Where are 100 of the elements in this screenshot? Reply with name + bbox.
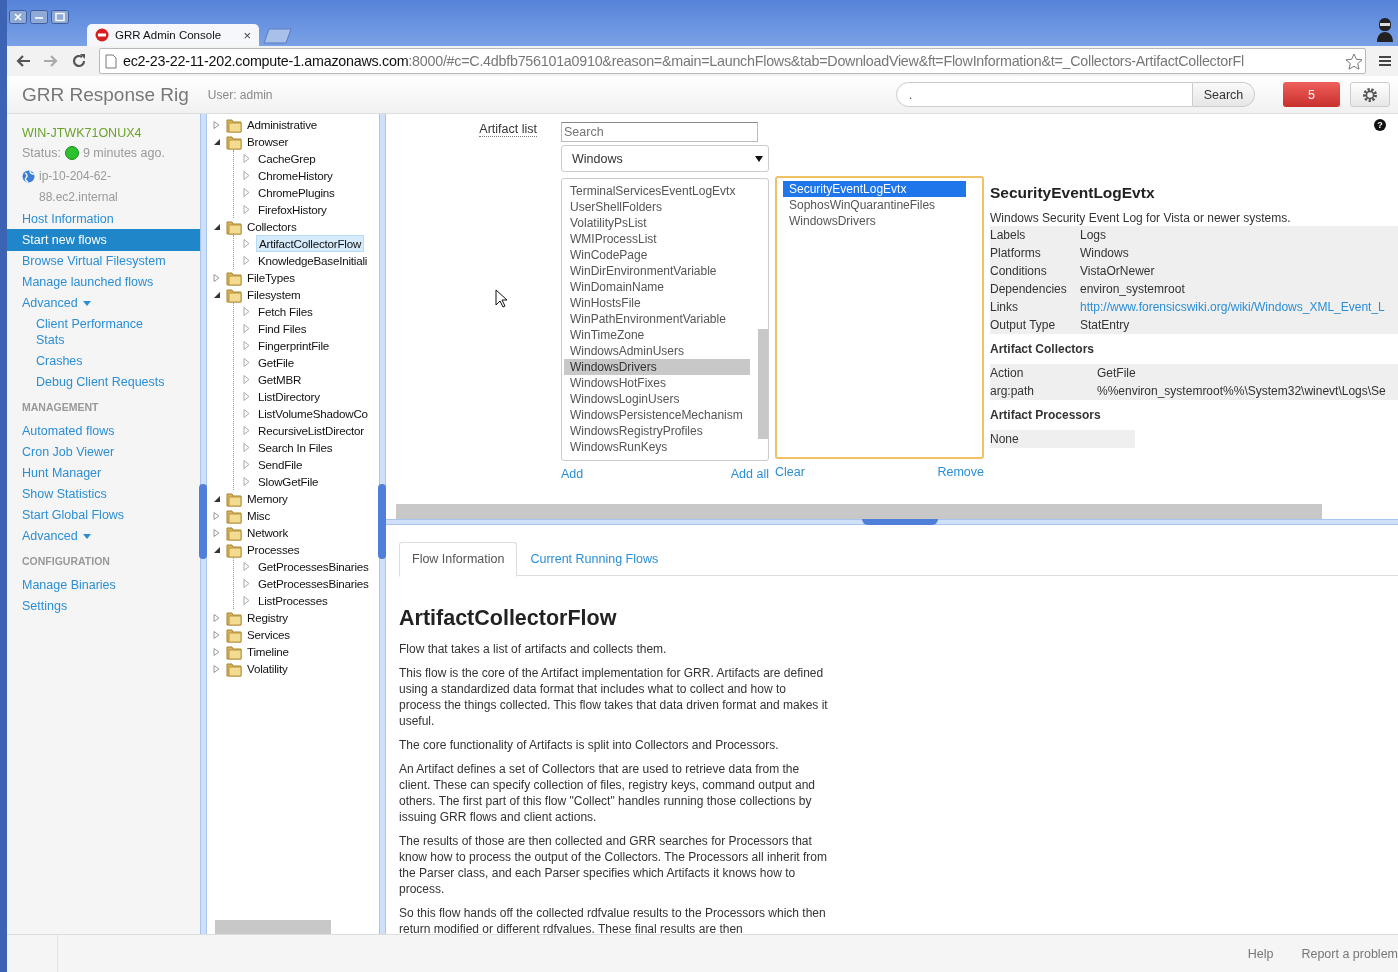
scrollbar-thumb[interactable]: [215, 920, 331, 934]
tree-item[interactable]: Collectors: [245, 219, 299, 234]
notifications-button[interactable]: 5: [1283, 82, 1340, 107]
search-field[interactable]: .: [896, 82, 1193, 107]
tree-item[interactable]: Registry: [245, 610, 290, 625]
tree-item[interactable]: FingerprintFile: [256, 338, 332, 353]
tree-item[interactable]: FileTypes: [245, 270, 297, 285]
tree-item[interactable]: Memory: [245, 491, 290, 506]
action-link[interactable]: Add: [561, 467, 584, 481]
search-field[interactable]: Search: [561, 122, 758, 142]
close-icon[interactable]: [9, 10, 27, 24]
tab[interactable]: Flow Information: [399, 542, 518, 577]
tree-item[interactable]: Network: [245, 525, 291, 540]
artifact-listbox[interactable]: [561, 178, 769, 461]
tree-item[interactable]: KnowledgeBaseInitiali: [256, 253, 370, 268]
tree-item[interactable]: GetMBR: [256, 372, 304, 387]
tree-item[interactable]: GetProcessesBinaries: [256, 576, 371, 591]
search-button[interactable]: Search: [1193, 82, 1255, 107]
tree-item[interactable]: SendFile: [256, 457, 305, 472]
list-option[interactable]: WindowsHotFixes: [564, 375, 758, 391]
help-icon[interactable]: ?: [1374, 119, 1386, 131]
list-option[interactable]: WinHostsFile: [564, 295, 758, 311]
list-option[interactable]: SecurityEventLogEvtx: [783, 181, 966, 197]
expand-arrow-icon[interactable]: [213, 528, 221, 537]
collapse-arrow-icon[interactable]: [213, 222, 221, 231]
list-option[interactable]: WinTimeZone: [564, 327, 758, 343]
settings-button[interactable]: [1350, 82, 1390, 107]
tree-item[interactable]: ChromeHistory: [256, 168, 335, 183]
list-option[interactable]: SophosWinQuarantineFiles: [783, 197, 982, 213]
browser-tab[interactable]: GRR Admin Console ×: [87, 24, 259, 46]
tree-item[interactable]: Timeline: [245, 644, 291, 659]
footer-link[interactable]: Report a problem: [1301, 946, 1398, 961]
tree-item[interactable]: Volatility: [245, 661, 290, 676]
list-option[interactable]: WindowsDrivers: [564, 359, 750, 375]
collapse-arrow-icon[interactable]: [213, 290, 221, 299]
collapse-arrow-icon[interactable]: [213, 545, 221, 554]
tree-item[interactable]: RecursiveListDirector: [256, 423, 366, 438]
list-option[interactable]: WMIProcessList: [564, 231, 758, 247]
tab-close-button[interactable]: ×: [243, 27, 251, 43]
tree-item[interactable]: Browser: [245, 134, 291, 149]
splitter-handle[interactable]: [386, 519, 1398, 525]
reload-icon[interactable]: [71, 53, 87, 69]
list-option[interactable]: WinPathEnvironmentVariable: [564, 311, 758, 327]
list-option[interactable]: WindowsRunKeys: [564, 439, 758, 455]
tree-item[interactable]: GetFile: [256, 355, 296, 370]
expand-arrow-icon[interactable]: [213, 613, 221, 622]
list-option[interactable]: UserShellFolders: [564, 199, 758, 215]
list-option[interactable]: WindowsLoginUsers: [564, 391, 758, 407]
expand-arrow-icon[interactable]: [213, 120, 221, 129]
tree-item[interactable]: GetProcessesBinaries: [256, 559, 371, 574]
back-icon[interactable]: [15, 54, 31, 68]
splitter-handle[interactable]: [379, 114, 386, 934]
minimize-icon[interactable]: [30, 10, 48, 24]
expand-arrow-icon[interactable]: [213, 664, 221, 673]
tree-item[interactable]: SlowGetFile: [256, 474, 321, 489]
tree-item[interactable]: ListVolumeShadowCo: [256, 406, 370, 421]
tree-item[interactable]: ListProcesses: [256, 593, 330, 608]
tree-item[interactable]: Filesystem: [245, 287, 303, 302]
list-option[interactable]: WindowsAdminUsers: [564, 343, 758, 359]
collapse-arrow-icon[interactable]: [213, 137, 221, 146]
selected-artifacts-listbox[interactable]: SecurityEventLogEvtx SophosWinQuarantineFiles WindowsDrivers: [775, 176, 984, 459]
footer-link[interactable]: Help: [1247, 946, 1274, 961]
maximize-icon[interactable]: [51, 10, 69, 24]
tree-item[interactable]: Fetch Files: [256, 304, 315, 319]
tree-item[interactable]: CacheGrep: [256, 151, 318, 166]
expand-arrow-icon[interactable]: [213, 511, 221, 520]
list-option[interactable]: WindowsDrivers: [783, 213, 982, 229]
new-tab-button[interactable]: [263, 28, 293, 44]
tree-item[interactable]: ListDirectory: [256, 389, 322, 404]
platform-dropdown[interactable]: Windows: [561, 145, 769, 172]
scrollbar-thumb[interactable]: [396, 504, 1322, 519]
list-option[interactable]: WindowsRegistryProfiles: [564, 423, 758, 439]
scrollbar-thumb[interactable]: [758, 329, 768, 439]
list-option[interactable]: WinCodePage: [564, 247, 758, 263]
list-option[interactable]: WinDirEnvironmentVariable: [564, 263, 758, 279]
nav-link[interactable]: Start new flows: [7, 229, 200, 251]
tree-item[interactable]: Processes: [245, 542, 302, 557]
expand-arrow-icon[interactable]: [213, 273, 221, 282]
menu-icon[interactable]: [1378, 54, 1392, 68]
list-option[interactable]: VolatilityPsList: [564, 215, 758, 231]
tree-item[interactable]: Misc: [245, 508, 273, 523]
tree-item[interactable]: ChromePlugins: [256, 185, 337, 200]
action-link[interactable]: Remove: [937, 465, 984, 479]
list-option[interactable]: WinDomainName: [564, 279, 758, 295]
collapse-arrow-icon[interactable]: [213, 494, 221, 503]
tree-item[interactable]: Search In Files: [256, 440, 335, 455]
expand-arrow-icon[interactable]: [213, 630, 221, 639]
list-option[interactable]: TerminalServicesEventLogEvtx: [564, 183, 758, 199]
action-link[interactable]: Clear: [775, 465, 805, 479]
list-option[interactable]: WindowsPersistenceMechanism: [564, 407, 758, 423]
splitter-handle[interactable]: [200, 114, 207, 934]
action-link[interactable]: Add all: [730, 467, 769, 481]
tree-item[interactable]: ArtifactCollectorFlow: [256, 235, 365, 252]
tab[interactable]: Current Running Flows: [517, 542, 672, 575]
tree-item[interactable]: Find Files: [256, 321, 309, 336]
star-icon[interactable]: [1345, 52, 1363, 70]
tree-item[interactable]: FirefoxHistory: [256, 202, 329, 217]
address-field[interactable]: ec2-23-22-11-202.compute-1.amazonaws.com:8000/#c=C.4dbfb756101a0910&reason=&main=LaunchFlows&tab=DownloadView&ft=FlowInformation&t=_Collectors-ArtifactCollectorFl: [99, 48, 1366, 74]
forward-icon[interactable]: [43, 54, 59, 68]
expand-arrow-icon[interactable]: [213, 647, 221, 656]
